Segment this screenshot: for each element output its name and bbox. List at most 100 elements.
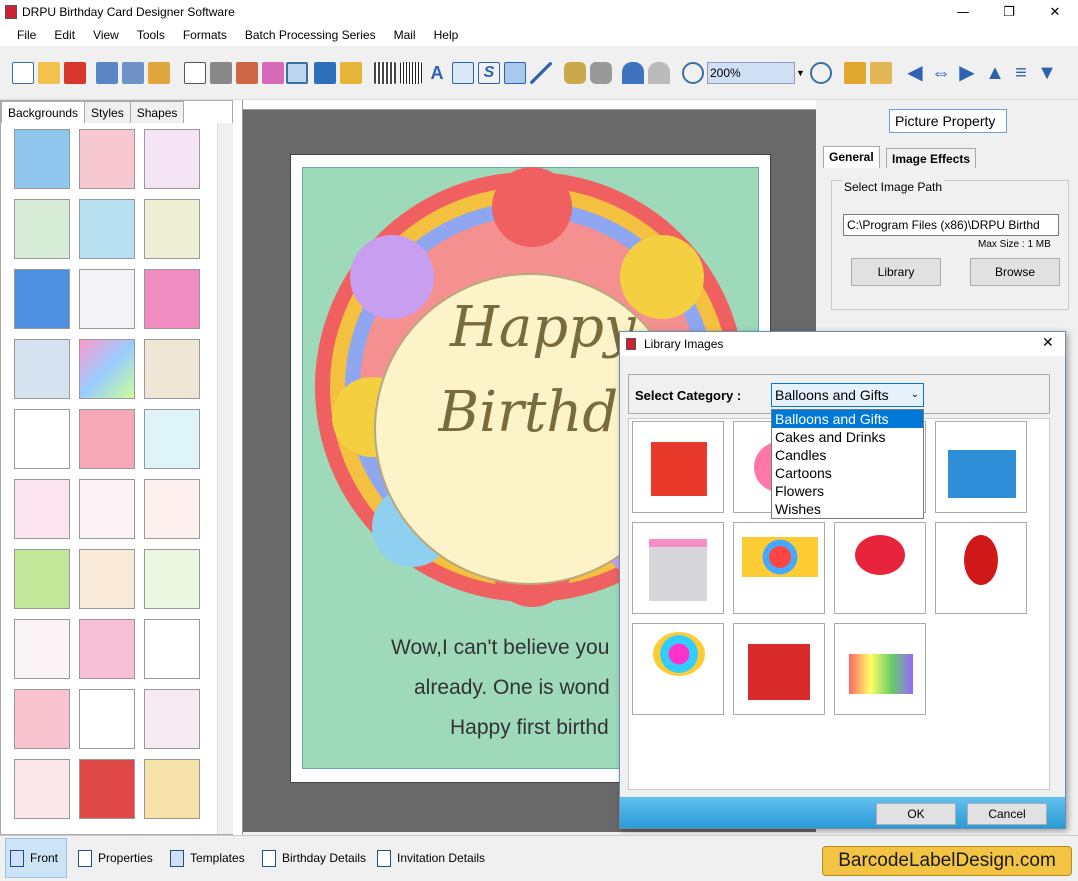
background-thumb[interactable]: [14, 409, 70, 469]
browse-button[interactable]: Browse: [970, 258, 1060, 286]
front-tab[interactable]: Front: [10, 848, 58, 868]
tab-image-effects[interactable]: Image Effects: [886, 148, 977, 168]
tab-backgrounds[interactable]: Backgrounds: [1, 101, 86, 123]
shape-icon[interactable]: [340, 62, 362, 84]
ok-button[interactable]: OK: [876, 803, 956, 825]
library-image-heart-balloons[interactable]: [834, 522, 926, 614]
library-image-balloons-card[interactable]: [733, 522, 825, 614]
pen-icon[interactable]: [314, 62, 336, 84]
background-thumb[interactable]: [79, 129, 135, 189]
background-thumb[interactable]: [79, 759, 135, 819]
background-thumb[interactable]: [79, 409, 135, 469]
panel-scrollbar[interactable]: [217, 123, 233, 834]
background-thumb[interactable]: [14, 479, 70, 539]
card-title-happy[interactable]: Happy: [450, 295, 636, 360]
library-image-balloon-bunch[interactable]: [632, 623, 724, 715]
library-image-gift-pink[interactable]: [632, 522, 724, 614]
background-thumb[interactable]: [79, 339, 135, 399]
minimize-button[interactable]: —: [940, 0, 986, 24]
menu-tools[interactable]: Tools: [128, 28, 174, 42]
birthday-details-tab[interactable]: Birthday Details: [262, 848, 366, 868]
library-image-red-balloons[interactable]: [935, 522, 1027, 614]
background-thumb[interactable]: [144, 199, 200, 259]
library-image-gift-blue[interactable]: [935, 421, 1027, 513]
properties-tab[interactable]: Properties: [78, 848, 153, 868]
signature-icon[interactable]: S: [478, 62, 500, 84]
unlock-icon[interactable]: [870, 62, 892, 84]
background-thumb[interactable]: [14, 689, 70, 749]
background-thumb[interactable]: [14, 339, 70, 399]
category-option-balloons[interactable]: Balloons and Gifts: [772, 410, 923, 428]
zoom-in-icon[interactable]: [682, 62, 704, 84]
new-icon[interactable]: [12, 62, 34, 84]
align-icon[interactable]: ≡: [1010, 62, 1032, 84]
wordart-icon[interactable]: [452, 62, 474, 84]
barcode-icon[interactable]: [374, 62, 396, 84]
invitation-details-tab[interactable]: Invitation Details: [377, 848, 485, 868]
category-option-candles[interactable]: Candles: [772, 446, 923, 464]
database-icon[interactable]: [564, 62, 586, 84]
background-thumb[interactable]: [144, 619, 200, 679]
category-option-wishes[interactable]: Wishes: [772, 500, 923, 518]
card-title-birthday[interactable]: Birthday: [438, 380, 620, 445]
zoom-out-icon[interactable]: [810, 62, 832, 84]
close-button[interactable]: ✕: [1032, 0, 1078, 24]
background-thumb[interactable]: [14, 549, 70, 609]
save-as-icon[interactable]: [122, 62, 144, 84]
background-thumb[interactable]: [144, 759, 200, 819]
zoom-dropdown-icon[interactable]: ▼: [796, 68, 805, 78]
background-thumb[interactable]: [144, 409, 200, 469]
library-image-red-gifts[interactable]: [733, 623, 825, 715]
library-image-gift-pile[interactable]: [834, 623, 926, 715]
background-thumb[interactable]: [144, 689, 200, 749]
background-thumb[interactable]: [14, 619, 70, 679]
line-icon[interactable]: [530, 62, 552, 84]
background-thumb[interactable]: [144, 549, 200, 609]
barcode2-icon[interactable]: [400, 62, 422, 84]
arrow-down-icon[interactable]: ▼: [1036, 62, 1058, 84]
background-thumb[interactable]: [144, 479, 200, 539]
category-option-flowers[interactable]: Flowers: [772, 482, 923, 500]
background-thumb[interactable]: [79, 479, 135, 539]
menu-mail[interactable]: Mail: [385, 28, 425, 42]
menu-file[interactable]: File: [8, 28, 45, 42]
cancel-button[interactable]: Cancel: [967, 803, 1047, 825]
background-thumb[interactable]: [79, 269, 135, 329]
text-icon[interactable]: A: [426, 62, 448, 84]
category-option-cakes[interactable]: Cakes and Drinks: [772, 428, 923, 446]
background-thumb[interactable]: [144, 129, 200, 189]
background-thumb[interactable]: [14, 129, 70, 189]
picture-icon[interactable]: [286, 62, 308, 84]
background-thumb[interactable]: [79, 199, 135, 259]
background-thumb[interactable]: [79, 689, 135, 749]
background-thumb[interactable]: [79, 549, 135, 609]
background-thumb[interactable]: [144, 339, 200, 399]
background-thumb[interactable]: [14, 269, 70, 329]
image-path-input[interactable]: C:\Program Files (x86)\DRPU Birthd: [843, 214, 1059, 236]
tab-styles[interactable]: Styles: [84, 101, 131, 123]
arrow-right-icon[interactable]: ▶: [956, 62, 978, 84]
background-thumb[interactable]: [14, 199, 70, 259]
menu-edit[interactable]: Edit: [45, 28, 84, 42]
gift-icon[interactable]: [262, 62, 284, 84]
redo-icon[interactable]: [648, 62, 670, 84]
close-doc-icon[interactable]: [64, 62, 86, 84]
undo-icon[interactable]: [622, 62, 644, 84]
print-preview-icon[interactable]: [236, 62, 258, 84]
export-icon[interactable]: [148, 62, 170, 84]
save-icon[interactable]: [96, 62, 118, 84]
lock-icon[interactable]: [844, 62, 866, 84]
properties-icon[interactable]: [184, 62, 206, 84]
arrow-up-icon[interactable]: ▲: [984, 62, 1006, 84]
flip-icon[interactable]: ⇔: [930, 62, 952, 84]
background-thumb[interactable]: [14, 759, 70, 819]
card-message-line2[interactable]: already. One is wond: [414, 676, 610, 700]
database2-icon[interactable]: [590, 62, 612, 84]
dialog-close-button[interactable]: ✕: [1042, 335, 1054, 351]
zoom-input[interactable]: 200%: [707, 62, 795, 84]
tab-general[interactable]: General: [823, 146, 880, 168]
card-message-line3[interactable]: Happy first birthd: [450, 716, 609, 740]
card-message-line1[interactable]: Wow,I can't believe you: [391, 636, 609, 660]
maximize-button[interactable]: ❐: [986, 0, 1032, 24]
menu-formats[interactable]: Formats: [174, 28, 236, 42]
